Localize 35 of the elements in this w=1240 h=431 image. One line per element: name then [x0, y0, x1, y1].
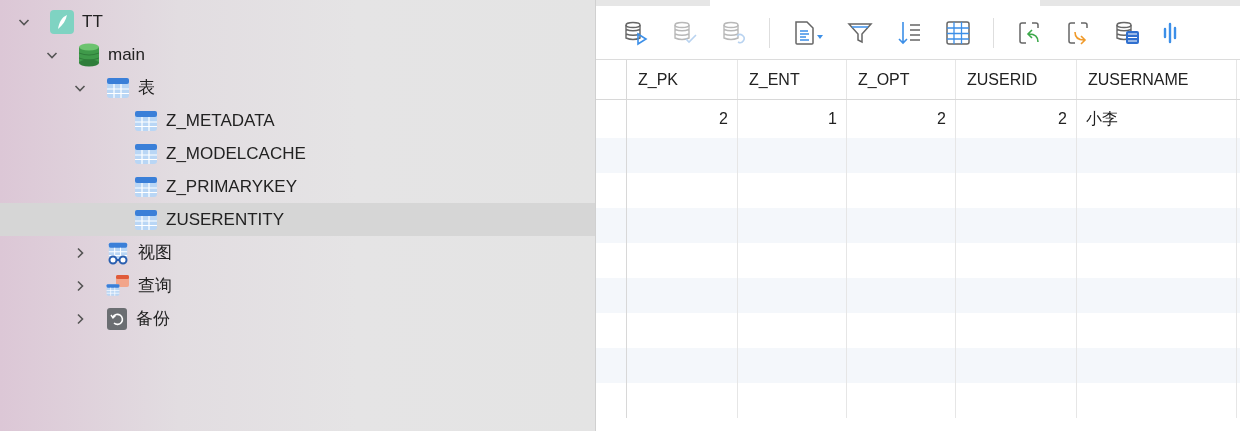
- tree-item-label: ZUSERENTITY: [166, 208, 285, 231]
- tree-item[interactable]: 备份: [0, 302, 595, 335]
- table-icon: [134, 108, 158, 133]
- tree-item-label: main: [108, 43, 145, 66]
- tree-item[interactable]: 查询: [0, 269, 595, 302]
- table-icon: [134, 141, 158, 166]
- database-icon: [78, 42, 100, 67]
- table-glasses-icon: [106, 240, 130, 265]
- tree-item-label: 备份: [136, 307, 170, 330]
- table-icon: [134, 174, 158, 199]
- column-header[interactable]: Z_ENT: [738, 60, 847, 99]
- column-header[interactable]: ZUSERNAME: [1077, 60, 1237, 99]
- tree-item-label: 查询: [138, 274, 172, 297]
- table-icon: [106, 75, 130, 100]
- column-header[interactable]: Z_PK: [627, 60, 738, 99]
- feather-icon: [50, 9, 74, 34]
- tree-item-label: Z_MODELCACHE: [166, 142, 306, 165]
- restore-icon: [106, 306, 128, 331]
- stacked-tables-icon: [106, 273, 130, 298]
- tree-item[interactable]: Z_PRIMARYKEY: [0, 170, 595, 203]
- tree-item-label: Z_METADATA: [166, 109, 275, 132]
- tree-item[interactable]: Z_METADATA: [0, 104, 595, 137]
- tree-item[interactable]: 表: [0, 71, 595, 104]
- tree-item[interactable]: ZUSERENTITY: [0, 203, 595, 236]
- column-header[interactable]: ZUSERID: [956, 60, 1077, 99]
- column-header[interactable]: Z_OPT: [847, 60, 956, 99]
- table-icon: [134, 207, 158, 232]
- tree-item[interactable]: 视图: [0, 236, 595, 269]
- tree-item-label: TT: [82, 10, 103, 33]
- tree-item[interactable]: TT: [0, 5, 595, 38]
- tree-item-label: Z_PRIMARYKEY: [166, 175, 297, 198]
- tree-item[interactable]: main: [0, 38, 595, 71]
- tree-item-label: 视图: [138, 241, 172, 264]
- tree-item-label: 表: [138, 76, 155, 99]
- tree-item[interactable]: Z_MODELCACHE: [0, 137, 595, 170]
